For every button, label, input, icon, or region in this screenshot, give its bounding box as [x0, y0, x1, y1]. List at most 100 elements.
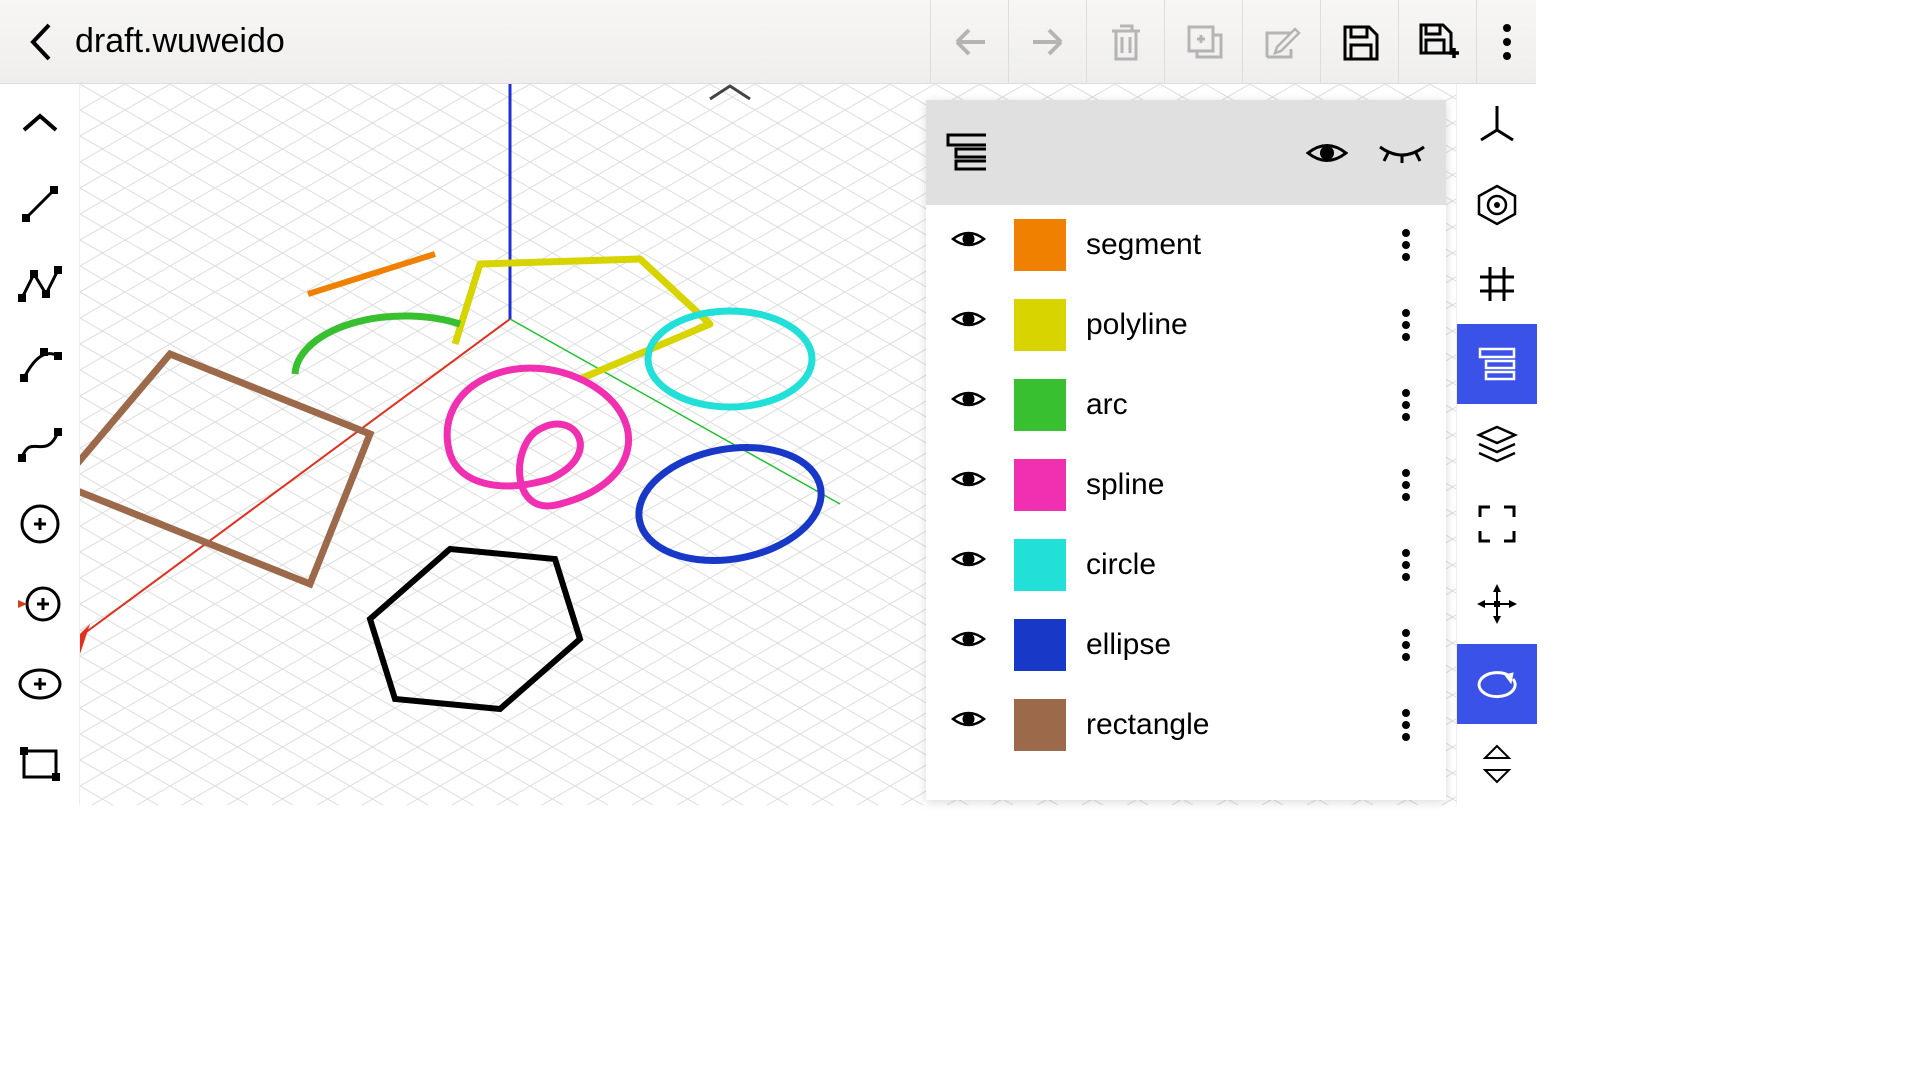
layer-row[interactable]: arc [926, 365, 1446, 445]
layer-color-swatch[interactable] [1014, 379, 1066, 431]
move-tool[interactable] [1457, 564, 1537, 644]
move-arrows-icon [1475, 582, 1519, 626]
circle-point-icon [15, 582, 65, 626]
expand-vertical-icon [1477, 743, 1517, 785]
axis-tool[interactable] [1457, 84, 1537, 164]
chevron-left-icon [27, 21, 53, 63]
edit-button[interactable] [1242, 0, 1320, 84]
eye-icon[interactable] [951, 548, 986, 583]
collapse-up-button[interactable] [0, 84, 80, 164]
left-toolbar [0, 84, 80, 805]
more-vertical-icon[interactable] [1401, 548, 1431, 582]
copy-button[interactable] [1164, 0, 1242, 84]
grid-tool[interactable] [1457, 244, 1537, 324]
show-all-icon[interactable] [1306, 140, 1348, 166]
redo-icon [1025, 23, 1071, 61]
save-button[interactable] [1320, 0, 1398, 84]
layer-row[interactable]: spline [926, 445, 1446, 525]
right-toolbar [1456, 84, 1536, 805]
layer-color-swatch[interactable] [1014, 459, 1066, 511]
line-icon [18, 182, 62, 226]
trash-icon [1106, 21, 1146, 63]
filename-label: draft.wuweido [75, 22, 285, 61]
layers-list[interactable]: segment polyline arc spline [926, 205, 1446, 800]
save-icon [1339, 21, 1381, 63]
circle-tool[interactable] [0, 484, 80, 564]
rectangle-tool[interactable] [0, 724, 80, 804]
eye-icon[interactable] [951, 628, 986, 663]
undo-icon [947, 23, 993, 61]
fullscreen-tool[interactable] [1457, 484, 1537, 564]
layer-name-label: spline [1086, 468, 1401, 502]
layer-row[interactable]: polyline [926, 285, 1446, 365]
layer-name-label: segment [1086, 228, 1401, 262]
layer-name-label: polyline [1086, 308, 1401, 342]
more-vertical-icon[interactable] [1401, 308, 1431, 342]
polyline-icon [16, 262, 64, 306]
ellipse-plus-icon [16, 665, 64, 703]
save-as-button[interactable] [1398, 0, 1476, 84]
rectangle-icon [18, 745, 62, 783]
overflow-menu-button[interactable] [1476, 0, 1536, 84]
layer-row[interactable]: ellipse [926, 605, 1446, 685]
layers-panel-icon [1476, 345, 1518, 383]
view-cube-icon [1475, 182, 1519, 226]
top-bar: draft.wuweido [0, 0, 1536, 84]
arc-icon [16, 342, 64, 386]
layer-name-label: rectangle [1086, 708, 1401, 742]
layer-color-swatch[interactable] [1014, 539, 1066, 591]
layer-row[interactable]: circle [926, 525, 1446, 605]
expand-tool[interactable] [1457, 724, 1537, 804]
circle-point-tool[interactable] [0, 564, 80, 644]
undo-button[interactable] [930, 0, 1008, 84]
hide-all-icon[interactable] [1378, 143, 1426, 163]
topbar-actions [930, 0, 1536, 83]
eye-icon[interactable] [951, 228, 986, 263]
eye-icon[interactable] [951, 468, 986, 503]
more-vertical-icon [1502, 23, 1512, 61]
axis-icon [1475, 102, 1519, 146]
layers-stack-icon [1475, 424, 1519, 464]
layers-panel-header [926, 100, 1446, 205]
more-vertical-icon[interactable] [1401, 228, 1431, 262]
redo-button[interactable] [1008, 0, 1086, 84]
rotate-icon [1475, 669, 1519, 699]
save-plus-icon [1415, 19, 1461, 65]
layers-panel-header-icon [946, 133, 986, 173]
layers-tool[interactable] [1457, 324, 1537, 404]
stack-tool[interactable] [1457, 404, 1537, 484]
layer-row[interactable]: rectangle [926, 685, 1446, 765]
layer-row[interactable]: segment [926, 205, 1446, 285]
fullscreen-icon [1476, 503, 1518, 545]
eye-icon[interactable] [951, 388, 986, 423]
copy-icon [1183, 21, 1225, 63]
more-vertical-icon[interactable] [1401, 628, 1431, 662]
polyline-tool[interactable] [0, 244, 80, 324]
back-button[interactable] [10, 12, 70, 72]
layer-color-swatch[interactable] [1014, 299, 1066, 351]
rotate-tool[interactable] [1457, 644, 1537, 724]
grid-icon [1476, 263, 1518, 305]
more-vertical-icon[interactable] [1401, 468, 1431, 502]
spline-icon [16, 422, 64, 466]
layer-name-label: arc [1086, 388, 1401, 422]
layers-panel: segment polyline arc spline [926, 100, 1446, 800]
eye-icon[interactable] [951, 708, 986, 743]
layer-color-swatch[interactable] [1014, 699, 1066, 751]
edit-icon [1261, 21, 1303, 63]
delete-button[interactable] [1086, 0, 1164, 84]
more-vertical-icon[interactable] [1401, 708, 1431, 742]
line-tool[interactable] [0, 164, 80, 244]
arc-tool[interactable] [0, 324, 80, 404]
chevron-up-icon [20, 112, 60, 136]
circle-plus-icon [18, 502, 62, 546]
view-tool[interactable] [1457, 164, 1537, 244]
layer-name-label: ellipse [1086, 628, 1401, 662]
spline-tool[interactable] [0, 404, 80, 484]
more-vertical-icon[interactable] [1401, 388, 1431, 422]
layer-name-label: circle [1086, 548, 1401, 582]
layer-color-swatch[interactable] [1014, 219, 1066, 271]
eye-icon[interactable] [951, 308, 986, 343]
ellipse-tool[interactable] [0, 644, 80, 724]
layer-color-swatch[interactable] [1014, 619, 1066, 671]
